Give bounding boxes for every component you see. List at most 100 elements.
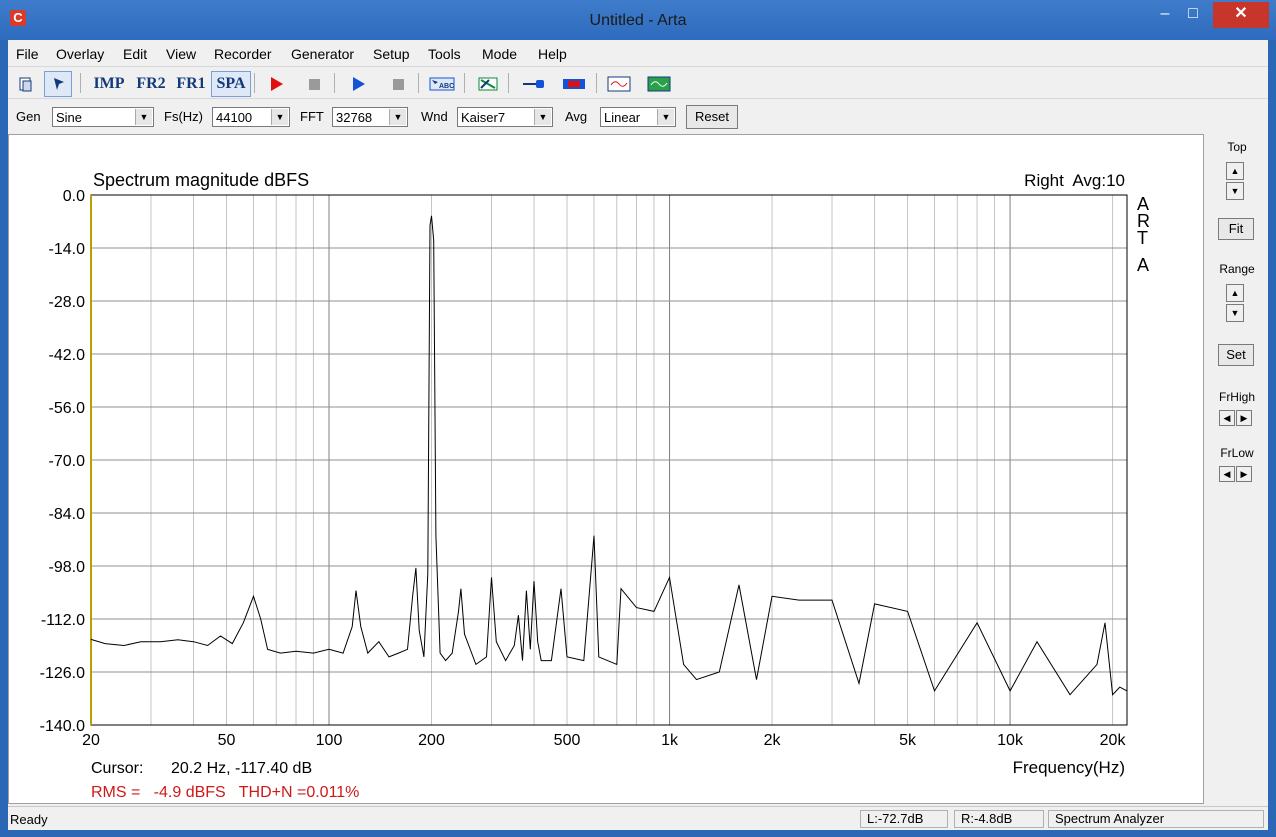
generator-select[interactable]: Sine ▼ [52,107,154,127]
title-bar: C Untitled - Arta – □ ✕ [0,0,1276,40]
top-down-button[interactable]: ▼ [1226,182,1244,200]
y-tick-label: -70.0 [49,453,86,470]
watermark-letter-t: T [1137,228,1148,248]
range-down-button[interactable]: ▼ [1226,304,1244,322]
menu-recorder[interactable]: Recorder [214,46,272,62]
menu-file[interactable]: File [16,46,39,62]
y-tick-label: -112.0 [41,612,85,629]
range-up-button[interactable]: ▲ [1226,284,1244,302]
x-tick-label: 50 [218,732,236,749]
impulse-mode-button[interactable]: IMP [88,71,130,97]
y-tick-label: -140.0 [40,718,85,735]
y-tick-label: -42.0 [49,347,86,364]
set-button[interactable]: Set [1218,344,1254,366]
window-title: Untitled - Arta [589,12,687,29]
chevron-down-icon: ▼ [534,109,551,125]
frhigh-right-button[interactable]: ▶ [1236,410,1252,426]
fft-size-select[interactable]: 32768 ▼ [332,107,408,127]
y-tick-label: -28.0 [49,294,86,311]
fs-label: Fs(Hz) [164,109,203,124]
x-tick-label: 500 [554,732,581,749]
averaging-select[interactable]: Linear ▼ [600,107,676,127]
watermark-letter-a2: A [1137,255,1149,275]
window-function-select[interactable]: Kaiser7 ▼ [457,107,553,127]
y-tick-label: -14.0 [49,241,86,258]
fit-button[interactable]: Fit [1218,218,1254,240]
oscilloscope-icon[interactable] [604,71,634,97]
sample-rate-value: 44100 [216,110,253,125]
window-function-value: Kaiser7 [461,110,506,125]
spectrum-chart-panel: 0.0 -14.0 -28.0 -42.0 -56.0 -70.0 -84.0 -98.0 -1… [8,134,1204,804]
frlow-right-button[interactable]: ▶ [1236,466,1252,482]
y-tick-labels: 0.0 -14.0 -28.0 -42.0 -56.0 -70.0 -84.0 -98.0 -1… [40,188,85,735]
menu-bar: File Overlay Edit View Recorder Generato… [8,40,1268,66]
signal-generator-icon[interactable] [644,71,674,97]
spa-mode-button[interactable]: SPA [211,71,251,97]
menu-tools[interactable]: Tools [428,46,461,62]
minimize-button[interactable]: – [1152,2,1178,28]
fft-label: FFT [300,109,324,124]
status-ready: Ready [10,812,48,827]
sample-rate-select[interactable]: 44100 ▼ [212,107,290,127]
x-tick-label: 2k [764,732,782,749]
frhigh-label: FrHigh [1218,390,1255,404]
menu-view[interactable]: View [166,46,196,62]
probe-icon[interactable] [518,71,550,97]
generator-play-icon[interactable] [344,71,372,97]
avg-label: Avg [565,109,588,124]
maximize-button[interactable]: □ [1180,2,1206,28]
y-tick-label: -98.0 [49,559,86,576]
menu-setup[interactable]: Setup [373,46,410,62]
record-play-icon[interactable] [262,71,290,97]
abc-annotate-icon[interactable]: ABC [426,71,458,97]
right-level-readout: R:-4.8dB [954,810,1044,828]
status-bar: Ready L:-72.7dB R:-4.8dB Spectrum Analyz… [8,806,1268,831]
menu-mode[interactable]: Mode [482,46,517,62]
frlow-label: FrLow [1220,446,1254,460]
frlow-left-button[interactable]: ◀ [1219,466,1235,482]
fr1-mode-button[interactable]: FR1 [170,71,212,97]
top-up-button[interactable]: ▲ [1226,162,1244,180]
x-tick-label: 20 [82,732,100,749]
menu-generator[interactable]: Generator [291,46,354,62]
level-meter-icon[interactable] [558,71,590,97]
range-label: Range [1219,262,1255,276]
y-tick-label: -126.0 [40,665,85,682]
cursor-label: Cursor: [91,760,143,777]
chart-title: Spectrum magnitude dBFS [93,170,309,190]
x-axis-label: Frequency(Hz) [1013,758,1125,777]
arta-watermark: A R T A [1137,194,1150,275]
x-tick-label: 1k [661,732,679,749]
client-area: File Overlay Edit View Recorder Generato… [8,40,1268,830]
calibrate-icon[interactable] [474,71,502,97]
copy-icon[interactable] [12,71,40,97]
chart-grid [91,194,1127,726]
chevron-down-icon: ▼ [135,109,152,125]
menu-help[interactable]: Help [538,46,567,62]
mode-readout: Spectrum Analyzer [1048,810,1264,828]
frhigh-left-button[interactable]: ◀ [1219,410,1235,426]
x-tick-label: 10k [997,732,1024,749]
menu-edit[interactable]: Edit [123,46,147,62]
y-tick-label: -56.0 [49,400,86,417]
record-stop-icon[interactable] [300,71,328,97]
x-tick-label: 200 [418,732,445,749]
y-tick-label: -84.0 [49,506,86,523]
fr2-mode-button[interactable]: FR2 [130,71,172,97]
gen-label: Gen [16,109,41,124]
close-button[interactable]: ✕ [1213,2,1269,28]
side-panel: Top ▲ ▼ Fit Range ▲ ▼ Set FrHigh ◀ ▶ FrL… [1206,134,1268,804]
chevron-down-icon: ▼ [271,109,288,125]
spectrum-trace [90,215,1128,696]
x-tick-label: 5k [899,732,917,749]
spectrum-chart[interactable]: 0.0 -14.0 -28.0 -42.0 -56.0 -70.0 -84.0 -98.0 -1… [9,135,1203,803]
generator-stop-icon[interactable] [384,71,412,97]
svg-text:ABC: ABC [439,83,454,90]
main-toolbar: IMP FR2 FR1 SPA ABC [8,66,1268,99]
chevron-down-icon: ▼ [657,109,674,125]
x-tick-label: 100 [316,732,343,749]
menu-overlay[interactable]: Overlay [56,46,104,62]
averaging-value: Linear [604,110,641,125]
cursor-arrow-icon[interactable] [44,71,72,97]
reset-button[interactable]: Reset [686,105,738,129]
